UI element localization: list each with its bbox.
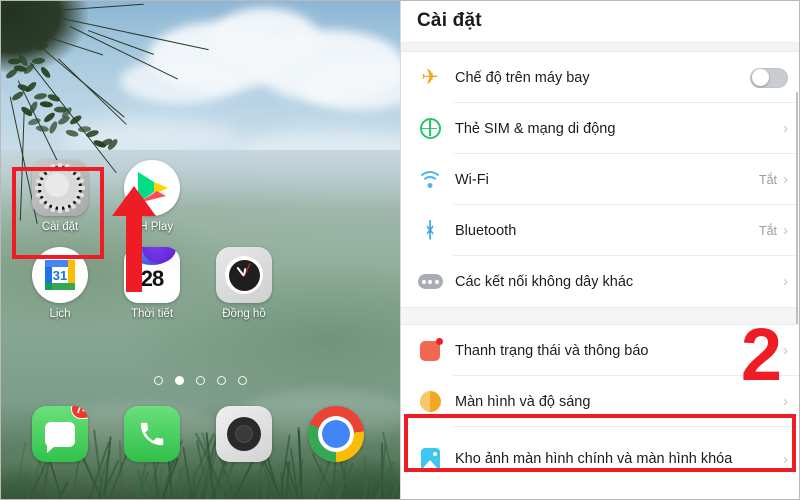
chevron-right-icon: › — [783, 172, 788, 187]
chevron-right-icon: › — [783, 223, 788, 238]
settings-row-partial-next[interactable] — [401, 491, 800, 500]
phone-home-screen: Cài đặt CH Play 31 Lịch 28 Thời tiết Đồn… — [0, 0, 400, 500]
handset-glyph-icon — [137, 419, 167, 449]
app-thoi-tiet[interactable]: 28 Thời tiết — [106, 247, 198, 320]
settings-group-connectivity: ✈ Chế độ trên máy bay Thẻ SIM & mạng di … — [401, 52, 800, 307]
dock-app-chrome[interactable] — [290, 406, 382, 462]
annotation-step-number-2: 2 — [741, 318, 782, 392]
dock-app-messages[interactable]: 74 — [14, 406, 106, 462]
screenshot-root: Cài đặt CH Play 31 Lịch 28 Thời tiết Đồn… — [0, 0, 800, 500]
row-label: Bluetooth — [455, 222, 759, 240]
chrome-icon[interactable] — [308, 406, 364, 462]
chevron-right-icon: › — [783, 343, 788, 358]
settings-row-sim-mobile-network[interactable]: Thẻ SIM & mạng di động › — [401, 103, 800, 154]
app-label: Thời tiết — [131, 308, 173, 320]
page-dot[interactable] — [154, 376, 163, 385]
page-title: Cài đặt — [417, 10, 482, 32]
phone-icon[interactable] — [124, 406, 180, 462]
bluetooth-icon: ᚼ — [415, 220, 445, 241]
brightness-icon — [415, 391, 445, 412]
annotation-highlight-settings-app — [12, 167, 104, 259]
header-separator — [401, 42, 800, 52]
app-label: Đồng hồ — [222, 308, 265, 320]
weather-day-number: 28 — [141, 266, 163, 292]
clock-icon[interactable] — [216, 247, 272, 303]
messages-badge: 74 — [71, 406, 88, 419]
calendar-glyph-icon: 31 — [41, 256, 79, 294]
row-label: Thẻ SIM & mạng di động — [455, 120, 777, 138]
chevron-right-icon: › — [783, 274, 788, 289]
airplane-mode-toggle[interactable] — [750, 68, 788, 88]
dock: 74 — [0, 406, 400, 476]
svg-text:31: 31 — [53, 268, 67, 283]
page-indicator-dots — [0, 376, 400, 385]
row-label: Thanh trạng thái và thông báo — [455, 342, 783, 360]
settings-row-airplane-mode[interactable]: ✈ Chế độ trên máy bay — [401, 52, 800, 103]
row-label: Wi-Fi — [455, 171, 759, 189]
settings-row-bluetooth[interactable]: ᚼ Bluetooth Tắt › — [401, 205, 800, 256]
row-label: Chế độ trên máy bay — [455, 69, 750, 87]
chevron-right-icon: › — [783, 121, 788, 136]
wifi-icon — [415, 171, 445, 188]
page-dot[interactable] — [238, 376, 247, 385]
page-dot[interactable] — [175, 376, 184, 385]
row-value: Tắt — [759, 224, 777, 238]
row-label: Các kết nối không dây khác — [455, 273, 783, 291]
row-value: Tắt — [759, 173, 777, 187]
globe-icon — [415, 118, 445, 139]
camera-icon[interactable] — [216, 406, 272, 462]
row-label: Màn hình và độ sáng — [455, 393, 783, 411]
settings-header: Cài đặt — [401, 0, 800, 42]
dock-app-phone[interactable] — [106, 406, 198, 462]
page-dot[interactable] — [196, 376, 205, 385]
status-bar-icon — [415, 341, 445, 361]
chevron-right-icon: › — [783, 394, 788, 409]
settings-row-other-wireless[interactable]: Các kết nối không dây khác › — [401, 256, 800, 307]
annotation-highlight-wallpaper-row — [404, 414, 796, 472]
dock-app-camera[interactable] — [198, 406, 290, 462]
annotation-arrow-shaft — [126, 196, 142, 292]
settings-row-wifi[interactable]: Wi-Fi Tắt › — [401, 154, 800, 205]
page-dot[interactable] — [217, 376, 226, 385]
app-dong-ho[interactable]: Đồng hồ — [198, 247, 290, 320]
dock-row: 74 — [0, 406, 400, 462]
app-label: Lịch — [49, 308, 70, 320]
messages-icon[interactable]: 74 — [32, 406, 88, 462]
more-dots-icon — [415, 274, 445, 289]
airplane-icon: ✈ — [415, 67, 445, 88]
settings-scrollbar[interactable] — [796, 92, 799, 324]
